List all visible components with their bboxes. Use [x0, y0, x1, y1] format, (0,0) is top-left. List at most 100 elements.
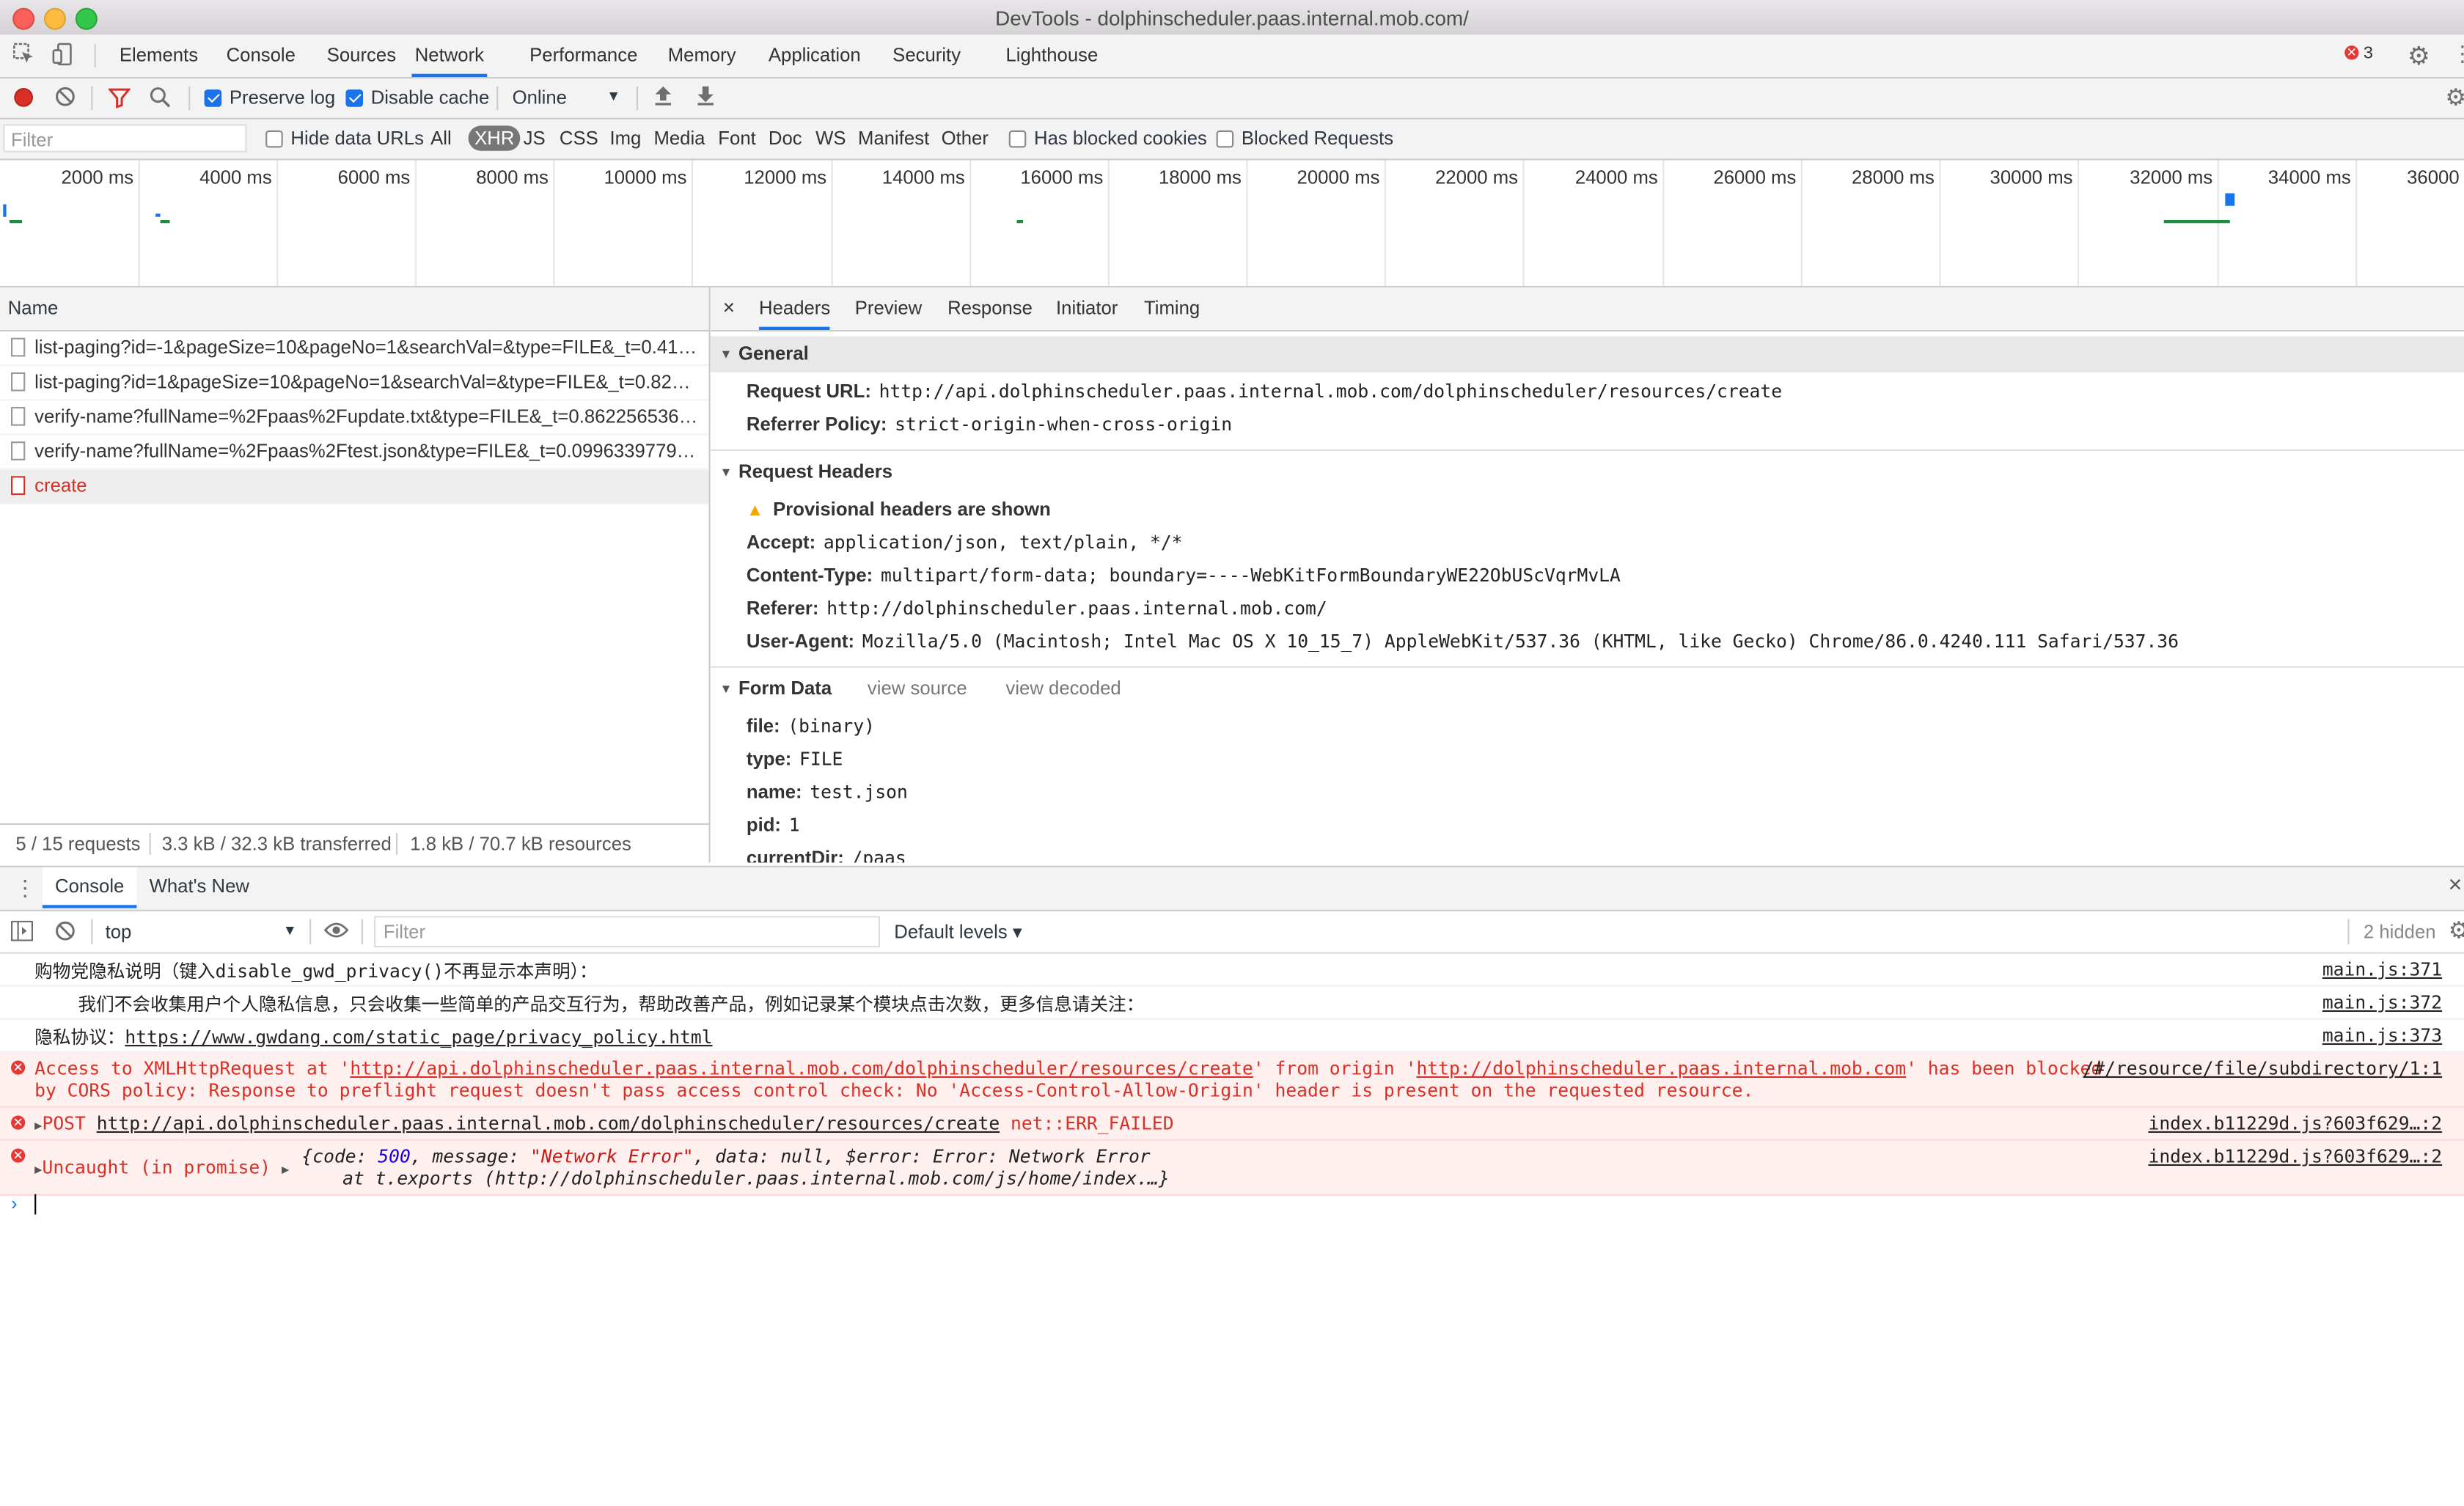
tab-initiator[interactable]: Initiator — [1056, 287, 1118, 328]
status-divider — [396, 832, 398, 855]
inspect-element-icon[interactable] — [12, 43, 34, 69]
request-row[interactable]: list-paging?id=-1&pageSize=10&pageNo=1&s… — [0, 331, 709, 367]
tab-preview[interactable]: Preview — [855, 287, 922, 328]
general-section-header[interactable]: ▼ General — [710, 336, 2464, 372]
more-options-icon[interactable]: ⋮ — [2452, 41, 2464, 67]
tab-application[interactable]: Application — [769, 34, 861, 76]
clear-console-icon[interactable] — [55, 921, 76, 946]
console-error-message: ✕ Access to XMLHttpRequest at 'http://ap… — [0, 1052, 2464, 1108]
console-prompt-chevron-icon: › — [11, 1192, 18, 1215]
network-overview-timeline[interactable]: 2000 ms 4000 ms 6000 ms 8000 ms 10000 ms… — [0, 160, 2464, 288]
form-pid-row: pid: 1 — [746, 814, 800, 837]
drawer-tab-whats-new[interactable]: What's New — [150, 867, 249, 907]
name-column-header[interactable]: Name — [0, 287, 709, 332]
close-detail-icon[interactable]: × — [723, 287, 735, 328]
dropdown-arrow-icon: ▼ — [606, 88, 621, 104]
content-type-header-row: Content-Type: multipart/form-data; bounda… — [746, 564, 1621, 587]
tab-headers[interactable]: Headers — [759, 287, 831, 331]
timeline-tick: 6000 ms — [278, 160, 417, 287]
show-sidebar-icon[interactable] — [11, 920, 34, 946]
type-filter-xhr[interactable]: XHR — [468, 125, 521, 151]
request-row-selected[interactable]: create — [0, 469, 709, 504]
status-divider — [149, 832, 151, 855]
tab-response[interactable]: Response — [947, 287, 1033, 328]
type-filter-doc[interactable]: Doc — [769, 128, 802, 150]
console-settings-gear-icon[interactable]: ⚙ — [2449, 916, 2464, 944]
source-link[interactable]: index.b11229d.js?603f629…:2 — [2148, 1112, 2442, 1134]
console-error-message: ✕ ▶Uncaught (in promise) ▶ {code: 500, m… — [0, 1140, 2464, 1196]
export-har-icon[interactable] — [696, 85, 715, 111]
tab-sources[interactable]: Sources — [327, 34, 396, 76]
type-filter-img[interactable]: Img — [609, 128, 641, 150]
console-filter-input[interactable]: Filter — [374, 916, 881, 948]
tab-security[interactable]: Security — [892, 34, 961, 76]
source-link[interactable]: /#/resource/file/subdirectory/1:1 — [2083, 1057, 2442, 1079]
expand-triangle-icon[interactable]: ▶ — [34, 1119, 42, 1133]
form-data-section-header[interactable]: ▼ Form Data view source view decoded — [711, 671, 2464, 707]
view-source-link[interactable]: view source — [868, 671, 967, 707]
filter-icon[interactable] — [107, 87, 131, 113]
error-url-link[interactable]: http://api.dolphinscheduler.paas.interna… — [350, 1057, 1253, 1079]
user-agent-header-row: User-Agent: Mozilla/5.0 (Macintosh; Intel… — [746, 630, 2179, 653]
tab-elements[interactable]: Elements — [120, 34, 198, 76]
timeline-request-bar — [1016, 220, 1024, 224]
context-select[interactable]: top ▼ — [106, 921, 301, 943]
type-filter-manifest[interactable]: Manifest — [858, 128, 929, 150]
expand-triangle-icon[interactable]: ▶ — [34, 1163, 42, 1177]
privacy-policy-link[interactable]: https://www.gwdang.com/static_page/priva… — [125, 1026, 712, 1048]
source-link[interactable]: index.b11229d.js?603f629…:2 — [2148, 1145, 2442, 1167]
close-drawer-icon[interactable]: × — [2449, 872, 2463, 898]
type-filter-all[interactable]: All — [430, 128, 452, 150]
tab-performance[interactable]: Performance — [529, 34, 637, 76]
request-row[interactable]: list-paging?id=1&pageSize=10&pageNo=1&se… — [0, 366, 709, 401]
type-filter-css[interactable]: CSS — [560, 128, 598, 150]
request-url-link[interactable]: http://api.dolphinscheduler.paas.interna… — [97, 1112, 1000, 1134]
tab-console[interactable]: Console — [227, 34, 296, 76]
clear-icon[interactable] — [55, 87, 76, 111]
record-button[interactable] — [14, 88, 34, 107]
hide-data-urls-checkbox[interactable]: Hide data URLs — [265, 128, 424, 150]
blocked-requests-checkbox[interactable]: Blocked Requests — [1216, 128, 1393, 150]
search-icon[interactable] — [150, 87, 172, 113]
settings-gear-icon[interactable]: ⚙ — [2408, 41, 2430, 73]
source-link[interactable]: main.js:371 — [2322, 958, 2442, 980]
has-blocked-cookies-checkbox[interactable]: Has blocked cookies — [1008, 128, 1207, 150]
toolbar-divider — [361, 919, 364, 944]
tab-network[interactable]: Network — [411, 34, 488, 78]
device-toolbar-icon[interactable] — [52, 43, 74, 71]
preserve-log-checkbox[interactable]: Preserve log — [204, 87, 335, 109]
expand-object-icon[interactable]: ▶ — [282, 1163, 289, 1177]
view-decoded-link[interactable]: view decoded — [1005, 671, 1121, 707]
drawer-menu-icon[interactable]: ⋮ — [14, 875, 36, 902]
tab-memory[interactable]: Memory — [668, 34, 736, 76]
source-link[interactable]: main.js:372 — [2322, 991, 2442, 1013]
disable-cache-checkbox[interactable]: Disable cache — [345, 87, 489, 109]
console-input-caret[interactable] — [34, 1194, 37, 1215]
tab-timing[interactable]: Timing — [1144, 287, 1200, 328]
origin-link[interactable]: http://dolphinscheduler.paas.internal.mo… — [1416, 1057, 1906, 1079]
timeline-tick: 20000 ms — [1247, 160, 1387, 287]
error-object-preview[interactable]: {code: 500, message: "Network Error", da… — [301, 1145, 1150, 1167]
source-link[interactable]: main.js:373 — [2322, 1024, 2442, 1046]
import-har-icon[interactable] — [653, 85, 672, 111]
request-row[interactable]: verify-name?fullName=%2Fpaas%2Fupdate.tx… — [0, 400, 709, 436]
type-filter-ws[interactable]: WS — [815, 128, 846, 150]
type-filter-other[interactable]: Other — [942, 128, 989, 150]
log-levels-dropdown[interactable]: Default levels ▾ — [894, 921, 1022, 943]
type-filter-js[interactable]: JS — [524, 128, 546, 150]
console-toolbar: top▼ Filter Default levels ▾ 2 hidden ⚙ — [0, 911, 2464, 954]
type-filter-font[interactable]: Font — [718, 128, 755, 150]
drawer-tab-console[interactable]: Console — [42, 867, 137, 908]
live-expression-eye-icon[interactable] — [323, 921, 349, 944]
network-settings-gear-icon[interactable]: ⚙ — [2445, 84, 2464, 111]
request-headers-section-header[interactable]: ▼ Request Headers — [711, 454, 2464, 490]
checkbox-unchecked-icon — [1216, 130, 1234, 148]
type-filter-media[interactable]: Media — [653, 128, 705, 150]
throttling-select[interactable]: Online ▼ — [513, 87, 623, 109]
expand-triangle-icon: ▼ — [719, 682, 733, 697]
tab-lighthouse[interactable]: Lighthouse — [1005, 34, 1098, 76]
error-counter[interactable]: ✕ 3 — [2344, 44, 2373, 63]
request-row[interactable]: verify-name?fullName=%2Fpaas%2Ftest.json… — [0, 436, 709, 470]
window-title: DevTools - dolphinscheduler.paas.interna… — [995, 6, 1469, 30]
network-filter-input[interactable]: Filter — [3, 124, 247, 153]
